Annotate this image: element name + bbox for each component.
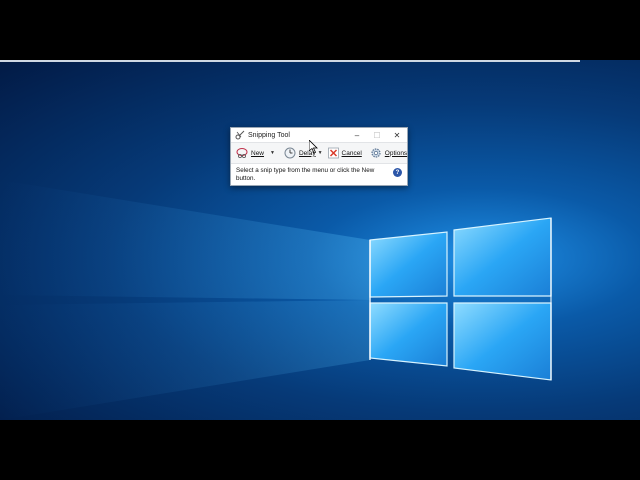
cancel-x-icon xyxy=(327,147,340,159)
window-title: Snipping Tool xyxy=(248,131,290,139)
new-dropdown-arrow-icon[interactable]: ▼ xyxy=(270,150,275,156)
gear-icon xyxy=(370,147,383,159)
status-message: Select a snip type from the menu or clic… xyxy=(236,167,375,182)
cancel-button[interactable]: Cancel xyxy=(325,144,364,162)
minimize-icon: – xyxy=(354,130,360,140)
close-icon: ✕ xyxy=(393,130,401,140)
new-button-label: New xyxy=(251,149,265,157)
top-edge-line xyxy=(0,60,580,62)
cancel-button-label: Cancel xyxy=(341,149,362,157)
new-button[interactable]: New xyxy=(234,144,266,162)
options-button-label: Options xyxy=(384,149,408,157)
options-button[interactable]: Options xyxy=(368,144,409,162)
help-icon[interactable]: ? xyxy=(393,168,402,177)
clock-icon xyxy=(284,147,297,159)
windows-logo-wallpaper xyxy=(0,180,552,420)
minimize-button[interactable]: – xyxy=(347,128,367,142)
maximize-button[interactable]: ☐ xyxy=(367,128,387,142)
mouse-cursor-icon xyxy=(309,140,318,154)
toolbar: New ▼ Delay ▼ Cancel Options xyxy=(231,142,407,164)
title-bar[interactable]: Snipping Tool – ☐ ✕ xyxy=(231,128,407,142)
maximize-icon: ☐ xyxy=(373,130,381,140)
scissors-icon xyxy=(235,130,245,140)
snipping-tool-window: Snipping Tool – ☐ ✕ New ▼ Delay ▼ Cancel xyxy=(230,127,408,186)
close-button[interactable]: ✕ xyxy=(387,128,407,142)
desktop-background xyxy=(0,60,640,420)
new-snip-icon xyxy=(236,147,249,159)
status-area: Select a snip type from the menu or clic… xyxy=(231,164,407,183)
